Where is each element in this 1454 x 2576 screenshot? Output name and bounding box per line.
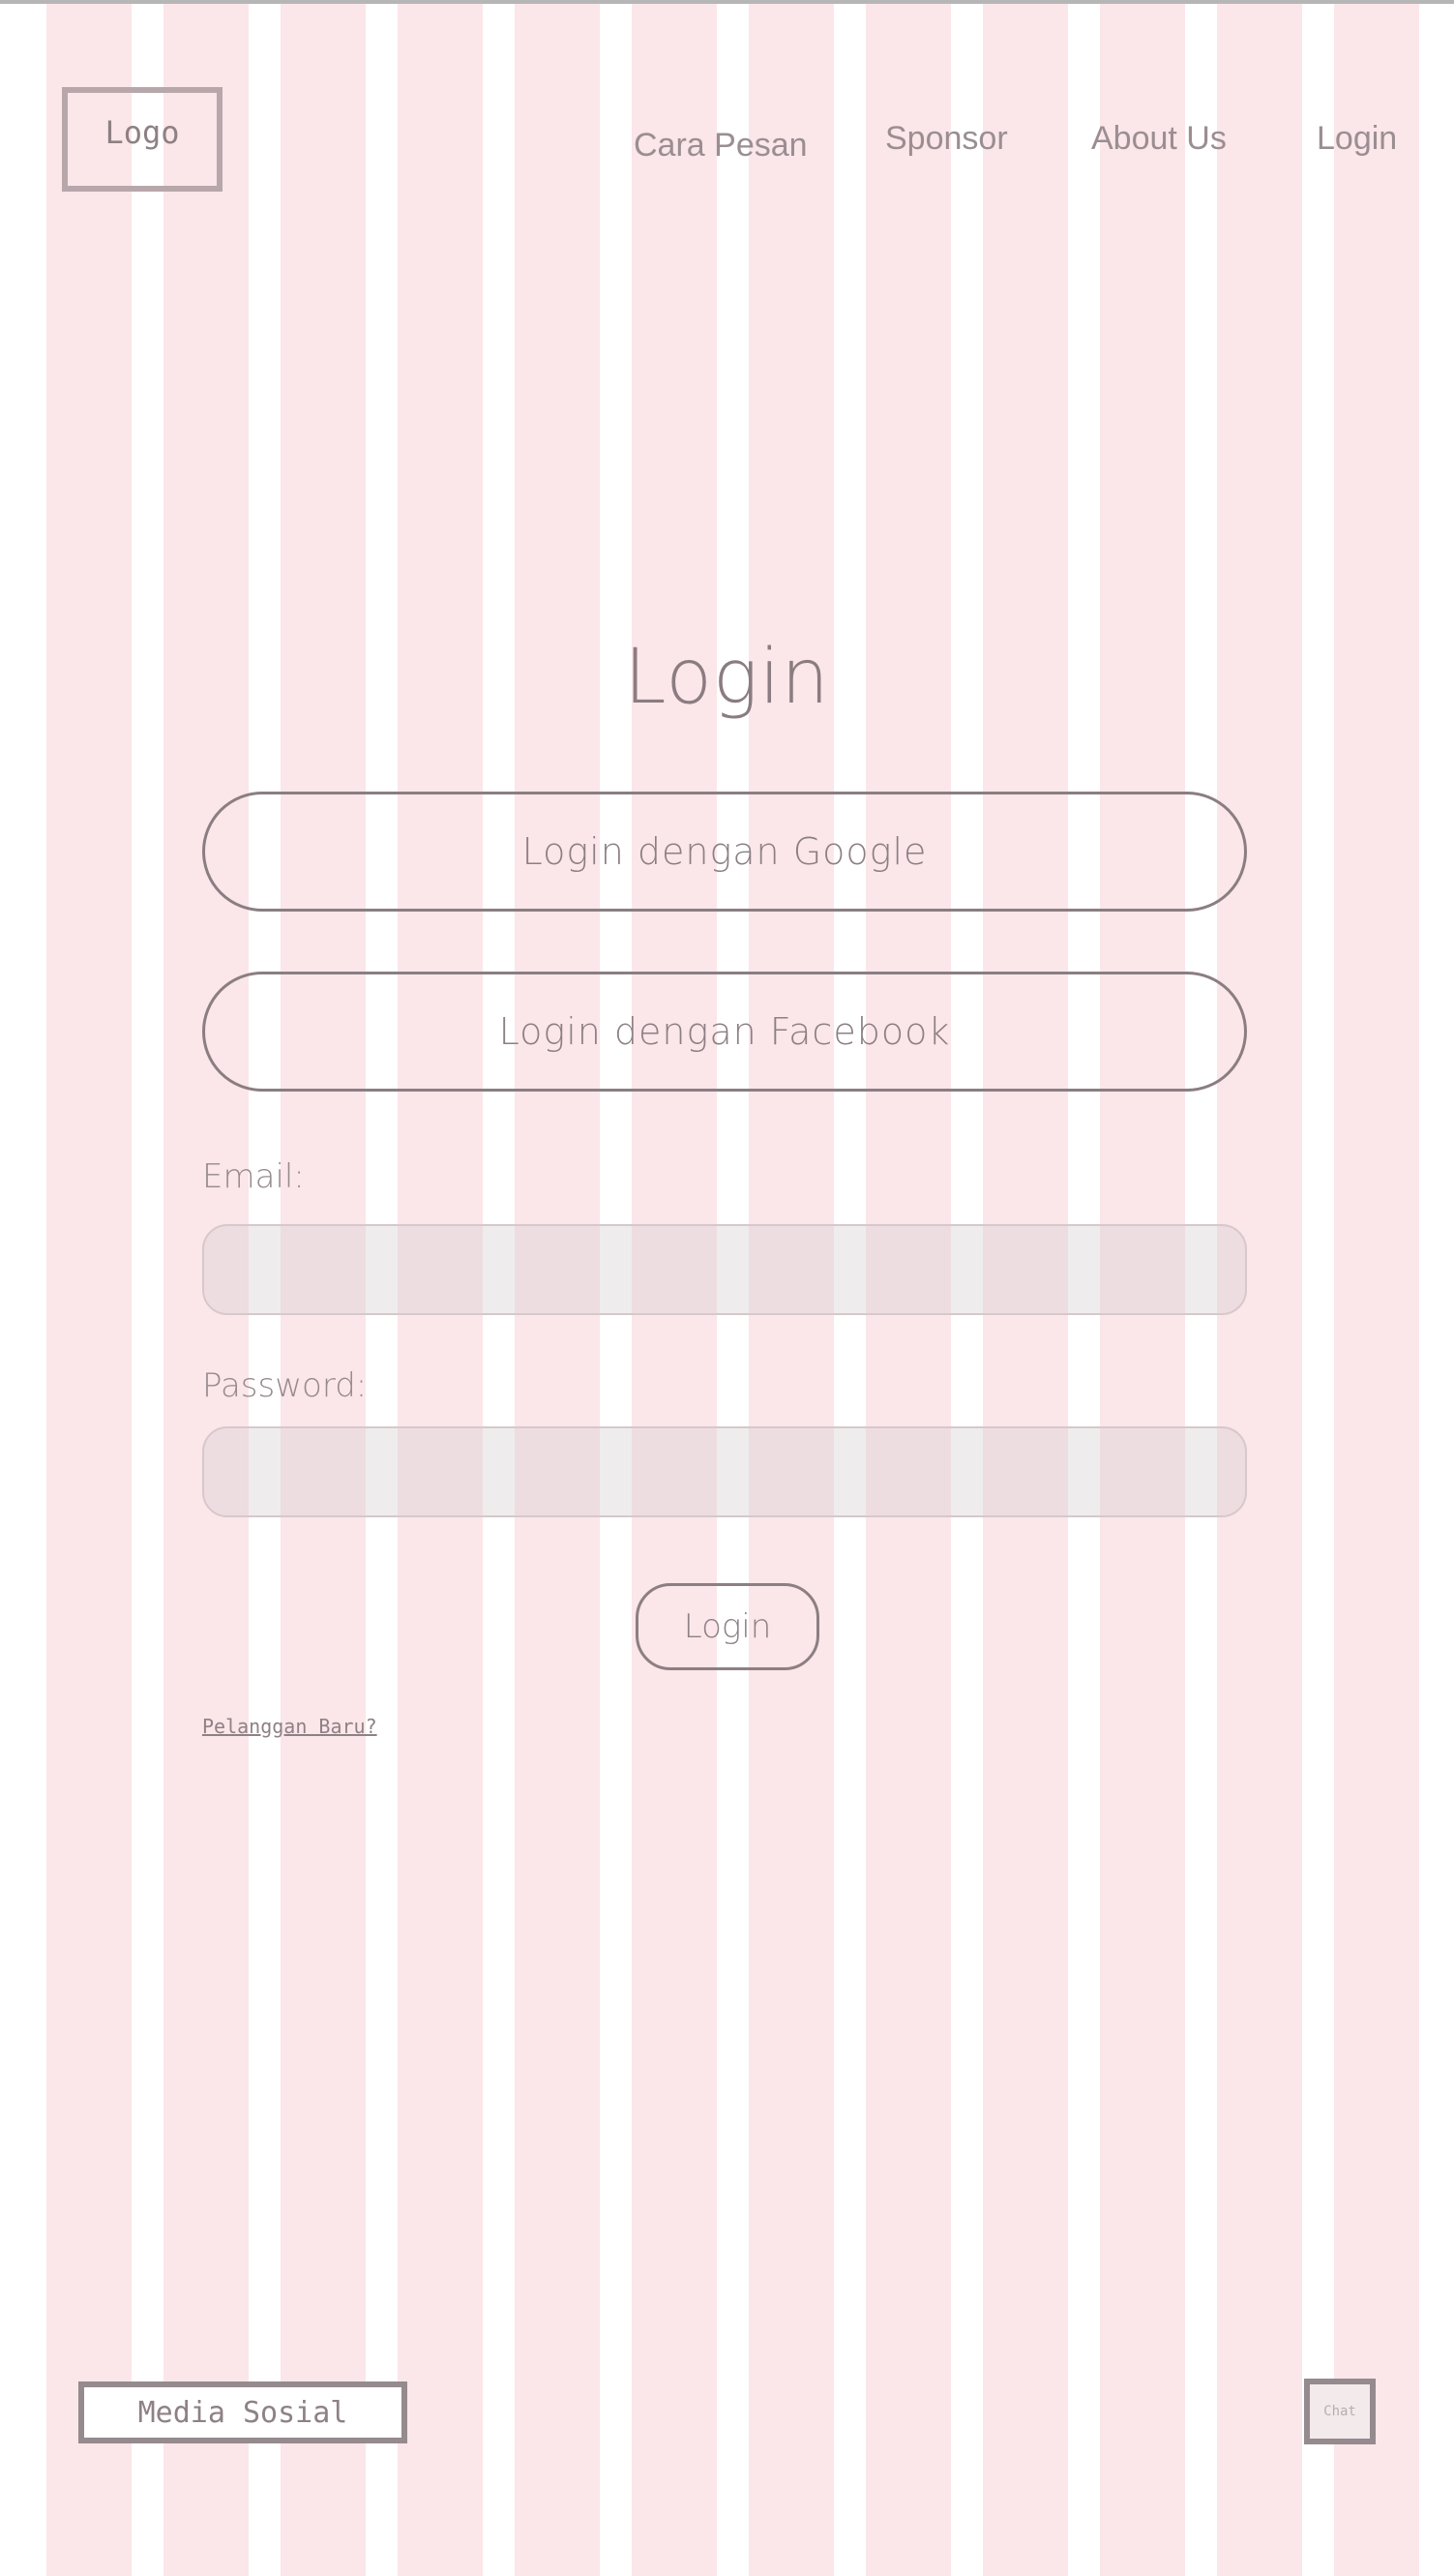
password-label: Password: — [202, 1366, 368, 1405]
nav-about-us[interactable]: About Us — [1091, 120, 1227, 158]
grid-column — [46, 4, 132, 2576]
login-submit-label: Login — [683, 1607, 772, 1646]
register-link[interactable]: Pelanggan Baru? — [202, 1715, 377, 1738]
facebook-login-button[interactable]: Login dengan Facebook — [202, 972, 1247, 1092]
chat-button[interactable]: Chat — [1304, 2379, 1376, 2444]
email-label: Email: — [202, 1157, 305, 1196]
google-login-button[interactable]: Login dengan Google — [202, 792, 1247, 912]
login-submit-button[interactable]: Login — [636, 1583, 819, 1670]
social-media-box[interactable]: Media Sosial — [78, 2381, 407, 2443]
social-media-label: Media Sosial — [137, 2395, 348, 2430]
nav-cara-pesan[interactable]: Cara Pesan — [634, 127, 808, 165]
grid-column — [1334, 4, 1419, 2576]
page-title: Login — [624, 634, 830, 721]
logo-text: Logo — [104, 114, 180, 151]
chat-label: Chat — [1323, 2404, 1356, 2419]
top-border — [0, 0, 1454, 4]
facebook-login-label: Login dengan Facebook — [498, 1010, 951, 1053]
logo[interactable]: Logo — [62, 87, 223, 192]
nav-sponsor[interactable]: Sponsor — [885, 120, 1008, 158]
google-login-label: Login dengan Google — [521, 830, 928, 873]
password-field[interactable] — [202, 1426, 1247, 1517]
email-field[interactable] — [202, 1224, 1247, 1315]
nav-login[interactable]: Login — [1317, 120, 1397, 158]
